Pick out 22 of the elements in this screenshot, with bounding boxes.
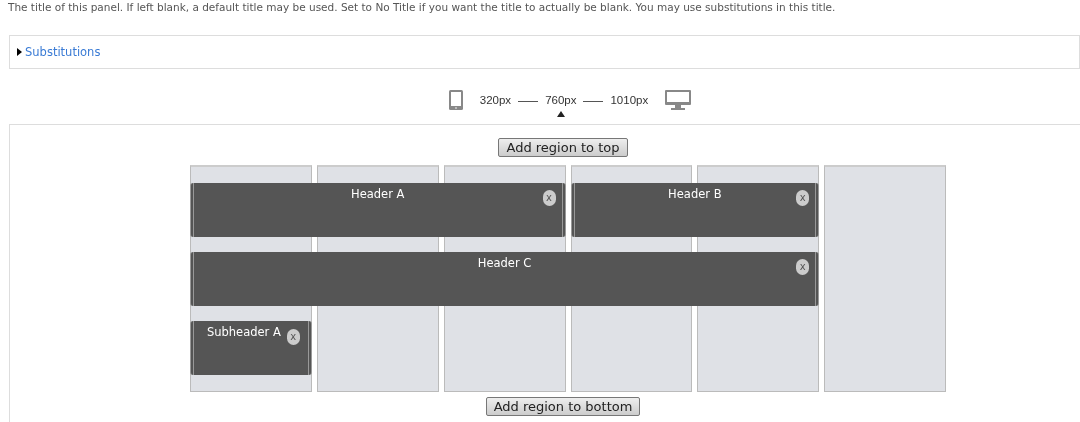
breakpoint-option[interactable]: 1010px — [609, 94, 650, 106]
remove-region-button[interactable]: x — [286, 329, 300, 345]
help-text: The title of this panel. If left blank, a default title may be used. Set to No Title if you want the title to actually be blank. You may use substitutions in this title. — [8, 0, 837, 14]
remove-region-button[interactable]: x — [542, 190, 556, 206]
expand-arrow-icon[interactable] — [17, 48, 22, 56]
monitor-icon[interactable] — [665, 90, 692, 110]
region-block[interactable]: Header A x — [190, 183, 566, 237]
region-title: Subheader A — [206, 325, 281, 339]
breakpoint-option[interactable]: 320px — [478, 94, 513, 106]
remove-region-button[interactable]: x — [796, 190, 810, 206]
substitutions-link[interactable]: Substitutions — [25, 45, 101, 59]
region-title: Header B — [668, 187, 722, 201]
remove-region-button[interactable]: x — [796, 259, 810, 275]
add-region-bottom-button[interactable]: Add region to bottom — [485, 397, 641, 416]
phone-icon[interactable] — [448, 90, 463, 110]
add-region-top-button[interactable]: Add region to top — [498, 138, 628, 157]
breakpoint-option[interactable]: 760px — [544, 94, 578, 106]
region-title: Header C — [477, 256, 532, 270]
region-block[interactable]: Header B x — [570, 183, 820, 237]
region-block[interactable]: Subheader A x — [190, 321, 312, 375]
region-block[interactable]: Header C x — [190, 252, 820, 306]
region-title: Header A — [351, 187, 405, 201]
